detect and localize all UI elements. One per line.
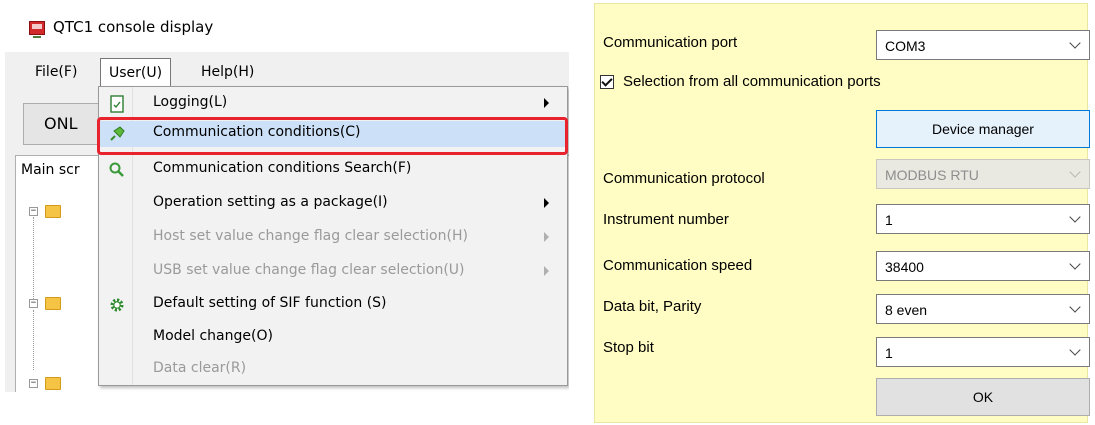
menu-item-usb-flag-clear[interactable]: USB set value change flag clear selectio… <box>99 259 567 285</box>
chevron-down-icon <box>1069 166 1081 178</box>
protocol-value: MODBUS RTU <box>885 167 979 183</box>
chevron-down-icon <box>1069 301 1081 313</box>
menu-item-model-change[interactable]: Model change(O) <box>99 325 567 351</box>
instrument-value: 1 <box>885 212 893 228</box>
collapse-icon[interactable]: − <box>29 299 38 308</box>
menu-item-data-clear[interactable]: Data clear(R) <box>99 357 567 383</box>
tree-node[interactable]: − <box>29 297 89 313</box>
tree-view[interactable]: − − − <box>29 205 109 392</box>
menu-item-logging[interactable]: Logging(L) <box>99 91 567 117</box>
chevron-down-icon <box>1069 37 1081 49</box>
instrument-label: Instrument number <box>603 211 729 228</box>
device-manager-button[interactable]: Device manager <box>876 110 1090 148</box>
search-icon <box>109 162 124 177</box>
databit-label: Data bit, Parity <box>603 298 702 315</box>
tree-node[interactable]: − <box>29 205 89 221</box>
menu-item-label: Logging(L) <box>153 94 228 110</box>
menu-item-communication-conditions-search[interactable]: Communication conditions Search(F) <box>99 157 567 183</box>
folder-icon <box>45 205 61 218</box>
all-ports-checkbox[interactable] <box>600 75 614 89</box>
app-window: QTC1 console display File(F) User(U) Hel… <box>5 0 569 392</box>
folder-icon <box>45 297 61 310</box>
collapse-icon[interactable]: − <box>29 207 38 216</box>
collapse-icon[interactable]: − <box>29 379 38 388</box>
menu-help[interactable]: Help(H) <box>193 58 262 88</box>
menu-item-label: USB set value change flag clear selectio… <box>153 262 465 278</box>
protocol-select: MODBUS RTU <box>876 159 1090 189</box>
menu-item-label: Default setting of SIF function (S) <box>153 295 387 311</box>
submenu-arrow-icon <box>544 232 549 242</box>
chevron-down-icon <box>1069 211 1081 223</box>
submenu-arrow-icon <box>544 98 549 108</box>
chevron-down-icon <box>1069 344 1081 356</box>
gear-icon <box>110 298 124 312</box>
submenu-arrow-icon <box>544 198 549 208</box>
stopbit-label: Stop bit <box>603 339 654 356</box>
menu-file[interactable]: File(F) <box>27 58 85 88</box>
chevron-down-icon <box>1069 258 1081 270</box>
window-title: QTC1 console display <box>53 18 214 36</box>
folder-icon <box>45 377 61 390</box>
protocol-label: Communication protocol <box>603 170 765 187</box>
databit-select[interactable]: 8 even <box>876 294 1090 324</box>
menu-item-host-flag-clear[interactable]: Host set value change flag clear selecti… <box>99 225 567 251</box>
menu-item-label: Host set value change flag clear selecti… <box>153 228 468 244</box>
speed-label: Communication speed <box>603 257 753 274</box>
menu-item-label: Communication conditions Search(F) <box>153 160 412 176</box>
menu-item-label: Data clear(R) <box>153 360 247 376</box>
port-label: Communication port <box>603 34 738 51</box>
highlight-outline <box>97 117 568 155</box>
menu-item-operation-setting-package[interactable]: Operation setting as a package(I) <box>99 191 567 217</box>
app-icon <box>29 21 45 38</box>
title-bar: QTC1 console display <box>5 0 569 52</box>
communication-conditions-dialog: Communication port COM3 Selection from a… <box>594 3 1090 423</box>
databit-value: 8 even <box>885 302 928 318</box>
port-value: COM3 <box>885 38 926 54</box>
menu-item-label: Model change(O) <box>153 328 273 344</box>
main-screen-label: Main scr <box>21 162 80 178</box>
ok-button[interactable]: OK <box>876 378 1090 416</box>
submenu-arrow-icon <box>544 266 549 276</box>
menu-item-default-sif[interactable]: Default setting of SIF function (S) <box>99 292 567 318</box>
all-ports-label: Selection from all communication ports <box>623 73 881 90</box>
menu-item-label: Operation setting as a package(I) <box>153 194 388 210</box>
port-select[interactable]: COM3 <box>876 30 1090 60</box>
stopbit-value: 1 <box>885 345 893 361</box>
speed-value: 38400 <box>885 259 924 275</box>
logging-icon <box>110 95 124 113</box>
instrument-select[interactable]: 1 <box>876 204 1090 234</box>
tree-node[interactable]: − <box>29 377 89 392</box>
stopbit-select[interactable]: 1 <box>876 337 1090 367</box>
speed-select[interactable]: 38400 <box>876 251 1090 281</box>
